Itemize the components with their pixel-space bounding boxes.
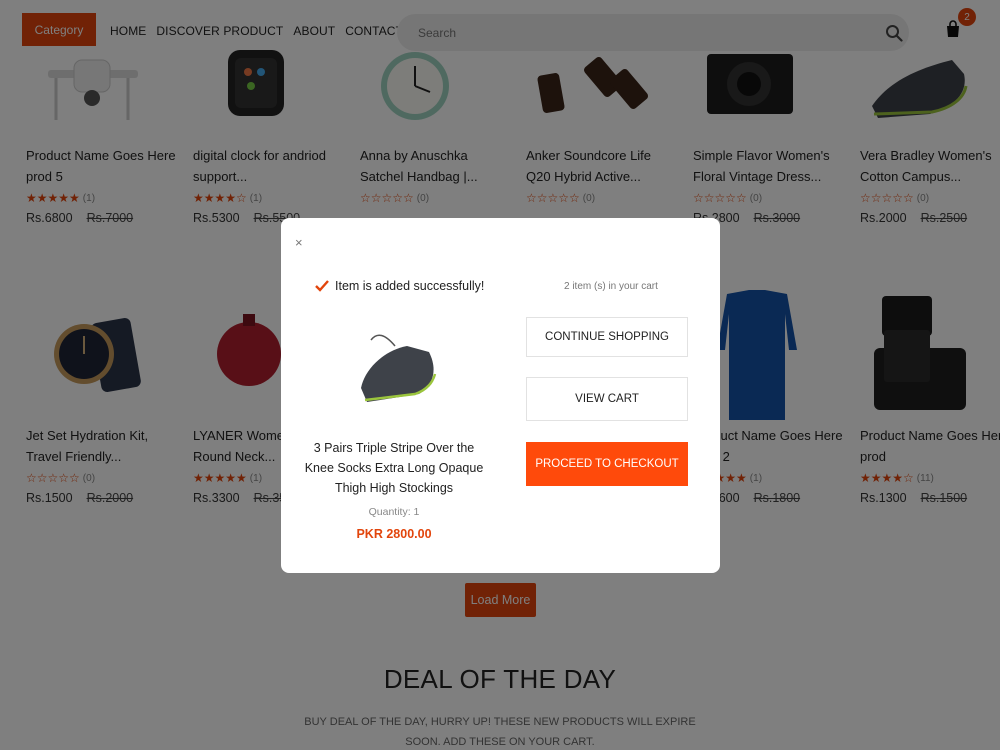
added-to-cart-modal: × Item is added successfully! 2 item (s)… <box>281 218 720 573</box>
checkmark-icon <box>315 280 329 292</box>
close-icon[interactable]: × <box>295 235 303 250</box>
cart-items-count: 2 item (s) in your cart <box>564 281 658 292</box>
product-image <box>361 334 437 402</box>
continue-shopping-button[interactable]: CONTINUE SHOPPING <box>526 317 688 357</box>
success-message: Item is added successfully! <box>315 279 484 293</box>
success-text: Item is added successfully! <box>335 279 485 293</box>
modal-product-name: 3 Pairs Triple Stripe Over the Knee Sock… <box>304 441 484 495</box>
modal-product-price: PKR 2800.00 <box>356 527 432 541</box>
view-cart-button[interactable]: VIEW CART <box>526 377 688 421</box>
quantity-label: Quantity: 1 <box>368 506 420 518</box>
proceed-to-checkout-button[interactable]: PROCEED TO CHECKOUT <box>526 442 688 486</box>
